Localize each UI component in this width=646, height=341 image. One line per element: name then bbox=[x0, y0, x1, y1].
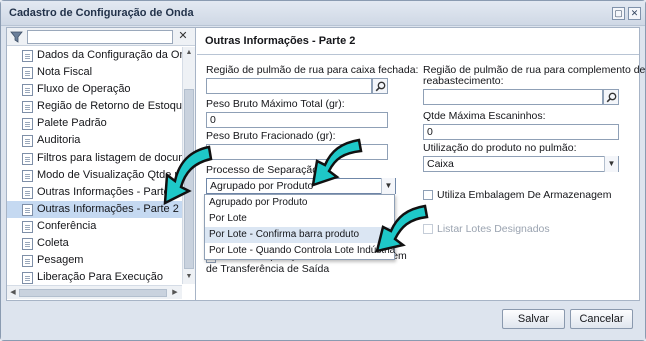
filter-bar: ✕ bbox=[7, 28, 195, 46]
sidebar-item[interactable]: Coleta bbox=[7, 235, 182, 252]
processo-label: Processo de Separação: bbox=[206, 164, 321, 176]
peso-bruto-frac-label: Peso Bruto Fracionado (gr): bbox=[206, 130, 336, 142]
sidebar-item-label: Conferência bbox=[37, 219, 97, 232]
realiza-expedicao-label-2: de Transferência de Saída bbox=[206, 263, 330, 275]
sidebar-item[interactable]: Conferência bbox=[7, 218, 182, 235]
dropdown-option[interactable]: Por Lote - Quando Controla Lote Indústri… bbox=[205, 243, 395, 259]
document-icon bbox=[22, 255, 33, 268]
navigation-tree: Dados da Configuração da Onda Nota Fiscal… bbox=[7, 47, 182, 284]
sidebar-item-label: Outras Informações - Parte 2 bbox=[37, 202, 179, 215]
sidebar-item[interactable]: Região de Retorno de Estoque bbox=[7, 98, 182, 115]
sidebar-item[interactable]: Nota Fiscal bbox=[7, 64, 182, 81]
close-icon[interactable]: ✕ bbox=[628, 7, 641, 20]
document-icon bbox=[22, 169, 33, 182]
horizontal-scrollbar[interactable]: ◀ ▶ bbox=[7, 285, 182, 299]
search-icon bbox=[606, 92, 617, 103]
filter-icon[interactable] bbox=[10, 31, 23, 43]
sidebar-item-label: Nota Fiscal bbox=[37, 66, 93, 79]
listar-lotes-checkbox[interactable] bbox=[423, 224, 433, 234]
document-icon bbox=[22, 101, 33, 114]
clear-filter-icon[interactable]: ✕ bbox=[177, 30, 189, 43]
sidebar-item[interactable]: Filtros para listagem de documentos bbox=[7, 150, 182, 167]
search-icon bbox=[375, 81, 386, 92]
utilizacao-select[interactable]: Caixa ▼ bbox=[423, 156, 619, 172]
scroll-left-icon[interactable]: ◀ bbox=[8, 288, 18, 298]
document-icon bbox=[22, 50, 33, 62]
maximize-icon[interactable]: ▢ bbox=[612, 7, 625, 20]
document-icon bbox=[22, 186, 33, 199]
peso-bruto-max-label: Peso Bruto Máximo Total (gr): bbox=[206, 98, 345, 110]
sidebar-item[interactable]: Liberação Para Execução bbox=[7, 269, 182, 284]
sidebar-item-label: Liberação Para Execução bbox=[37, 271, 163, 284]
document-icon bbox=[22, 118, 33, 131]
dropdown-option[interactable]: Agrupado por Produto bbox=[205, 195, 394, 211]
document-icon bbox=[22, 238, 33, 251]
sidebar-item-label: Fluxo de Operação bbox=[37, 83, 131, 96]
vertical-scrollbar[interactable]: ▲ ▼ bbox=[182, 47, 195, 284]
save-button[interactable]: Salvar bbox=[502, 309, 565, 329]
section-divider bbox=[197, 54, 639, 55]
dropdown-option[interactable]: Por Lote bbox=[205, 211, 394, 227]
chevron-down-icon[interactable]: ▼ bbox=[381, 178, 395, 194]
sidebar-item[interactable]: Fluxo de Operação bbox=[7, 81, 182, 98]
regiao-complemento-field[interactable] bbox=[423, 89, 603, 105]
dialog-window: Cadastro de Configuração de Onda ▢ ✕ ✕ D… bbox=[0, 0, 646, 341]
utiliza-embalagem-checkbox[interactable] bbox=[423, 190, 433, 200]
document-icon bbox=[22, 203, 33, 216]
utilizacao-label: Utilização do produto no pulmão: bbox=[423, 142, 577, 154]
sidebar-item[interactable]: Modo de Visualização Qtde na Se bbox=[7, 167, 182, 184]
listar-lotes-label: Listar Lotes Designados bbox=[437, 223, 550, 235]
sidebar-item-label: Outras Informações - Parte 1 bbox=[37, 185, 179, 198]
filter-input[interactable] bbox=[27, 30, 173, 44]
sidebar-item[interactable]: Auditoria bbox=[7, 132, 182, 149]
scroll-up-icon[interactable]: ▲ bbox=[184, 48, 194, 58]
sidebar-item-label: Auditoria bbox=[37, 134, 81, 147]
sidebar-item-label: Palete Padrão bbox=[37, 117, 107, 130]
document-icon bbox=[22, 84, 33, 97]
qtde-escaninhos-label: Qtde Máxima Escaninhos: bbox=[423, 110, 546, 122]
document-icon bbox=[22, 67, 33, 80]
document-icon bbox=[22, 220, 33, 233]
regiao-pulmao-field[interactable] bbox=[206, 78, 372, 94]
document-icon bbox=[22, 152, 33, 165]
qtde-escaninhos-field[interactable]: 0 bbox=[423, 124, 619, 140]
document-icon bbox=[22, 135, 33, 148]
processo-select[interactable]: Agrupado por Produto ▼ bbox=[206, 178, 396, 194]
utilizacao-select-value: Caixa bbox=[427, 158, 454, 170]
processo-select-value: Agrupado por Produto bbox=[210, 180, 314, 192]
sidebar-item-label: Modo de Visualização Qtde na Se bbox=[37, 168, 182, 181]
horizontal-scroll-thumb[interactable] bbox=[19, 289, 167, 297]
navigation-panel: ✕ Dados da Configuração da Onda Nota Fisc… bbox=[7, 28, 196, 300]
section-title: Outras Informações - Parte 2 bbox=[205, 35, 356, 47]
sidebar-item[interactable]: Outras Informações - Parte 2 bbox=[7, 200, 182, 218]
chevron-down-icon[interactable]: ▼ bbox=[604, 156, 618, 172]
sidebar-item[interactable]: Dados da Configuração da Onda bbox=[7, 47, 182, 64]
peso-bruto-frac-field[interactable] bbox=[206, 144, 388, 160]
regiao-complemento-search-button[interactable] bbox=[603, 89, 619, 105]
sidebar-item-label: Filtros para listagem de documentos bbox=[37, 151, 182, 164]
scroll-right-icon[interactable]: ▶ bbox=[170, 288, 180, 298]
processo-dropdown-list: Agrupado por Produto Por Lote Por Lote - C… bbox=[204, 194, 395, 260]
sidebar-item[interactable]: Pesagem bbox=[7, 252, 182, 269]
sidebar-item-label: Dados da Configuração da Onda bbox=[37, 49, 182, 61]
cancel-button[interactable]: Cancelar bbox=[570, 309, 633, 329]
sidebar-item-label: Pesagem bbox=[37, 254, 84, 267]
title-bar: Cadastro de Configuração de Onda ▢ ✕ bbox=[1, 1, 645, 26]
vertical-scroll-thumb[interactable] bbox=[184, 89, 194, 269]
utiliza-embalagem-label: Utiliza Embalagem De Armazenagem bbox=[437, 189, 612, 201]
sidebar-item[interactable]: Palete Padrão bbox=[7, 115, 182, 132]
regiao-pulmao-search-button[interactable] bbox=[372, 78, 388, 94]
sidebar-item-label: Região de Retorno de Estoque bbox=[37, 100, 182, 113]
dropdown-option[interactable]: Por Lote - Confirma barra produto bbox=[205, 227, 394, 243]
peso-bruto-max-field[interactable]: 0 bbox=[206, 112, 388, 128]
window-title: Cadastro de Configuração de Onda bbox=[9, 7, 194, 19]
sidebar-item-label: Coleta bbox=[37, 237, 69, 250]
sidebar-item[interactable]: Outras Informações - Parte 1 bbox=[7, 184, 182, 201]
scroll-down-icon[interactable]: ▼ bbox=[184, 272, 194, 282]
document-icon bbox=[22, 272, 33, 284]
regiao-complemento-label-2: reabastecimento: bbox=[423, 75, 504, 87]
regiao-pulmao-label: Região de pulmão de rua para caixa fecha… bbox=[206, 64, 419, 76]
